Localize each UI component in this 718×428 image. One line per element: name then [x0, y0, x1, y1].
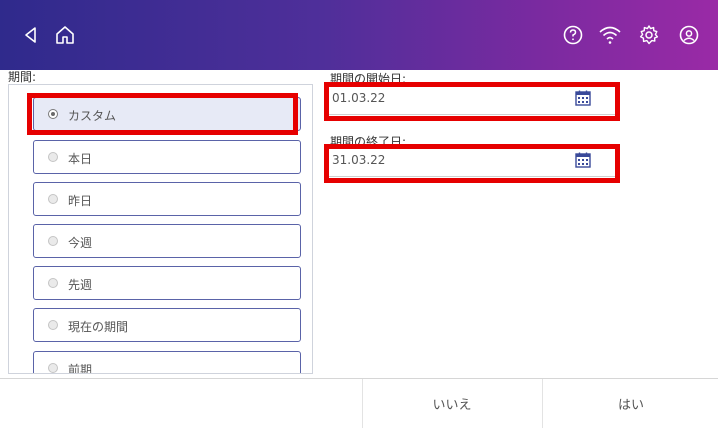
radio-icon[interactable]	[48, 109, 58, 119]
radio-icon[interactable]	[48, 363, 58, 373]
help-icon[interactable]	[560, 22, 586, 48]
top-bar	[0, 0, 718, 70]
start-date-value: 01.03.22	[332, 91, 386, 105]
period-list[interactable]: カスタム 本日 昨日 今週 先週 現在の期間 前期	[8, 84, 313, 374]
no-button[interactable]: いいえ	[362, 379, 541, 428]
wifi-icon[interactable]	[597, 22, 623, 48]
period-option-this-week[interactable]: 今週	[33, 224, 301, 258]
period-option-label: 前期	[68, 363, 93, 374]
start-date-label: 期間の開始日:	[330, 72, 407, 86]
period-option-today[interactable]: 本日	[33, 140, 301, 174]
yes-button[interactable]: はい	[542, 379, 718, 428]
footer-bar: いいえ はい	[0, 378, 718, 428]
period-option-previous-period[interactable]: 前期	[33, 351, 301, 374]
end-date-value: 31.03.22	[332, 153, 386, 167]
period-option-label: 本日	[68, 152, 93, 166]
period-label: 期間:	[8, 70, 37, 84]
end-date-field[interactable]: 31.03.22	[328, 148, 618, 177]
period-option-yesterday[interactable]: 昨日	[33, 182, 301, 216]
back-triangle-icon[interactable]	[18, 22, 44, 48]
account-icon[interactable]	[676, 22, 702, 48]
home-icon[interactable]	[52, 22, 78, 48]
calendar-icon[interactable]	[574, 151, 592, 169]
radio-icon[interactable]	[48, 320, 58, 330]
period-option-label: 今週	[68, 236, 93, 250]
period-option-label: カスタム	[68, 109, 117, 123]
radio-icon[interactable]	[48, 278, 58, 288]
period-option-custom[interactable]: カスタム	[33, 97, 301, 131]
period-option-label: 現在の期間	[68, 320, 129, 334]
period-option-last-week[interactable]: 先週	[33, 266, 301, 300]
radio-icon[interactable]	[48, 152, 58, 162]
calendar-icon[interactable]	[574, 89, 592, 107]
period-option-label: 昨日	[68, 194, 93, 208]
gear-icon[interactable]	[636, 22, 662, 48]
radio-icon[interactable]	[48, 236, 58, 246]
period-option-current-period[interactable]: 現在の期間	[33, 308, 301, 342]
period-option-label: 先週	[68, 278, 93, 292]
start-date-field[interactable]: 01.03.22	[328, 86, 618, 115]
radio-icon[interactable]	[48, 194, 58, 204]
